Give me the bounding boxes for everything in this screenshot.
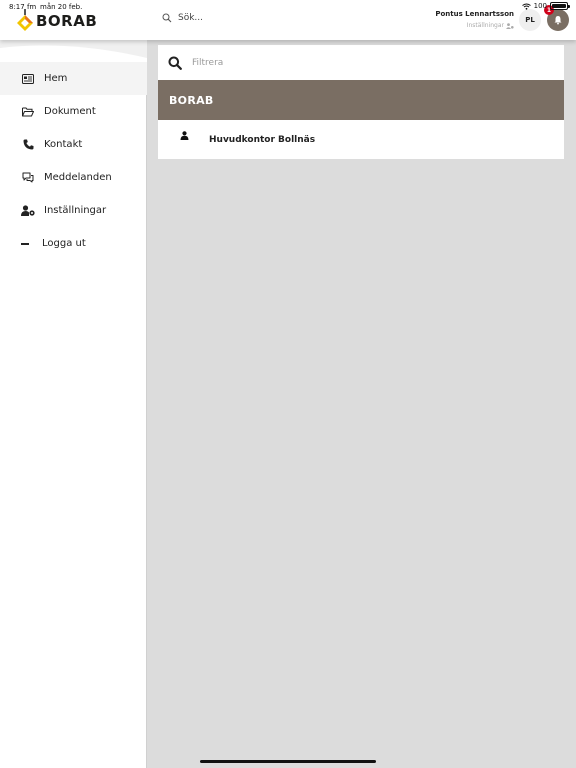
list-item-label: Huvudkontor Bollnäs (209, 135, 316, 145)
sidebar-item-logga-ut[interactable]: Logga ut (0, 227, 147, 260)
search-bar[interactable]: Sök... (162, 13, 203, 23)
minus-icon (21, 237, 35, 251)
app-screen: BORAB Sök... Pontus Lennartsson Inställn… (0, 0, 576, 768)
search-placeholder[interactable]: Sök... (178, 13, 203, 23)
sidebar-item-label: Inställningar (44, 205, 107, 216)
status-indicators: 100 (521, 2, 570, 10)
search-icon (162, 13, 172, 23)
status-date: mån 20 feb. (40, 3, 83, 11)
search-icon (168, 56, 182, 70)
bell-icon (554, 16, 562, 25)
sidebar-item-label: Meddelanden (44, 172, 112, 183)
status-bar: 8:17 fm mån 20 feb. 100 (0, 0, 576, 14)
sidebar: Hem Dokument Kontakt Meddelanden Inställ… (0, 40, 147, 768)
main-content: BORAB Huvudkontor Bollnäs (158, 45, 564, 159)
wifi-icon (521, 3, 531, 10)
filter-bar (158, 45, 564, 80)
sidebar-wave-decoration (0, 40, 147, 62)
battery-icon (550, 2, 570, 10)
phone-icon (21, 138, 35, 152)
chat-icon (21, 171, 35, 185)
user-cog-icon (21, 204, 35, 218)
list-item[interactable]: Huvudkontor Bollnäs (158, 120, 564, 159)
sidebar-nav: Hem Dokument Kontakt Meddelanden Inställ… (0, 62, 147, 260)
sidebar-item-dokument[interactable]: Dokument (0, 95, 147, 128)
filter-input[interactable] (192, 57, 532, 68)
sidebar-item-label: Hem (44, 73, 68, 84)
sidebar-item-installningar[interactable]: Inställningar (0, 194, 147, 227)
logo-text: BORAB (36, 12, 98, 30)
sidebar-item-kontakt[interactable]: Kontakt (0, 128, 147, 161)
user-settings-link[interactable]: Inställningar (435, 22, 514, 29)
battery-percent: 100 (533, 2, 547, 10)
newspaper-icon (21, 72, 35, 86)
group-header[interactable]: BORAB (158, 80, 564, 120)
sidebar-item-label: Kontakt (44, 139, 83, 150)
person-icon (180, 131, 189, 140)
sidebar-item-label: Logga ut (42, 238, 86, 249)
sidebar-item-label: Dokument (44, 106, 96, 117)
sidebar-item-meddelanden[interactable]: Meddelanden (0, 161, 147, 194)
status-time: 8:17 fm (9, 3, 37, 11)
folder-open-icon (21, 105, 35, 119)
user-settings-label: Inställningar (466, 22, 504, 29)
home-indicator[interactable] (200, 760, 376, 763)
sidebar-item-hem[interactable]: Hem (0, 62, 147, 95)
user-cog-icon (506, 22, 514, 29)
